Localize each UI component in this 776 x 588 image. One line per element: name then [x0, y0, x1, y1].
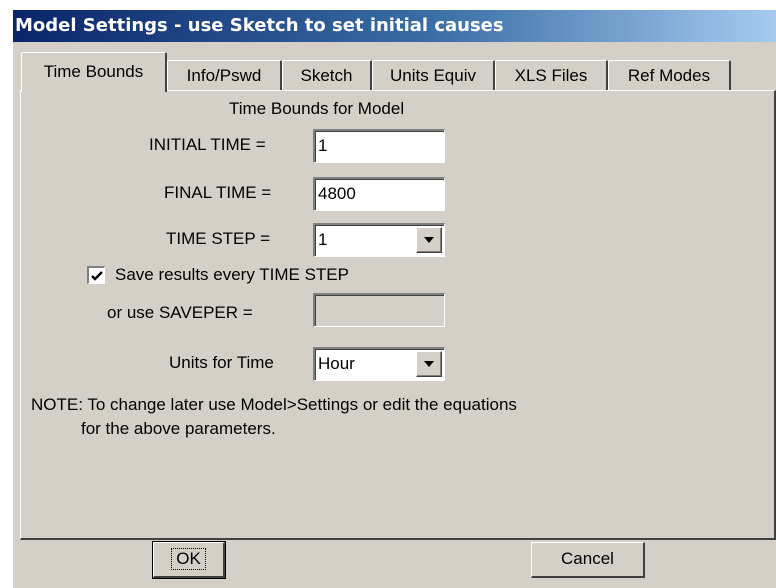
save-results-label[interactable]: Save results every TIME STEP [115, 265, 349, 285]
tab-xls-files[interactable]: XLS Files [495, 60, 608, 90]
time-step-dropdown-button[interactable] [416, 227, 442, 253]
units-for-time-value: Hour [318, 354, 355, 373]
cancel-button[interactable]: Cancel [531, 542, 645, 578]
tab-ref-modes[interactable]: Ref Modes [608, 60, 731, 90]
check-icon [91, 271, 103, 281]
units-for-time-label: Units for Time [169, 353, 274, 372]
time-step-dropdown[interactable]: 1 [313, 223, 445, 257]
window-title: Model Settings - use Sketch to set initi… [15, 15, 504, 36]
chevron-down-icon [424, 237, 434, 243]
time-bounds-panel: Time Bounds for Model INITIAL TIME = 1 F… [20, 90, 776, 540]
save-results-checkbox[interactable] [87, 266, 105, 284]
saveper-label: or use SAVEPER = [107, 303, 253, 322]
tab-info-pswd[interactable]: Info/Pswd [167, 60, 282, 90]
initial-time-input[interactable]: 1 [313, 129, 445, 163]
time-step-value: 1 [318, 230, 328, 249]
initial-time-label: INITIAL TIME = [149, 135, 266, 154]
title-bar: Model Settings - use Sketch to set initi… [13, 10, 776, 42]
section-heading: Time Bounds for Model [229, 99, 405, 118]
note-line-2: for the above parameters. [81, 419, 276, 438]
tab-sketch[interactable]: Sketch [282, 60, 372, 90]
note-line-1: NOTE: To change later use Model>Settings… [31, 395, 517, 414]
units-for-time-dropdown[interactable]: Hour [313, 347, 445, 381]
final-time-input[interactable]: 4800 [313, 177, 445, 211]
units-dropdown-button[interactable] [416, 351, 442, 377]
time-step-label: TIME STEP = [166, 229, 271, 248]
final-time-label: FINAL TIME = [164, 183, 272, 202]
model-settings-dialog: Model Settings - use Sketch to set initi… [12, 10, 776, 588]
tab-time-bounds[interactable]: Time Bounds [21, 52, 167, 92]
saveper-input[interactable] [313, 293, 445, 327]
tab-units-equiv[interactable]: Units Equiv [372, 60, 495, 90]
ok-button-label: OK [171, 548, 206, 570]
ok-button[interactable]: OK [152, 541, 226, 579]
chevron-down-icon [424, 361, 434, 367]
